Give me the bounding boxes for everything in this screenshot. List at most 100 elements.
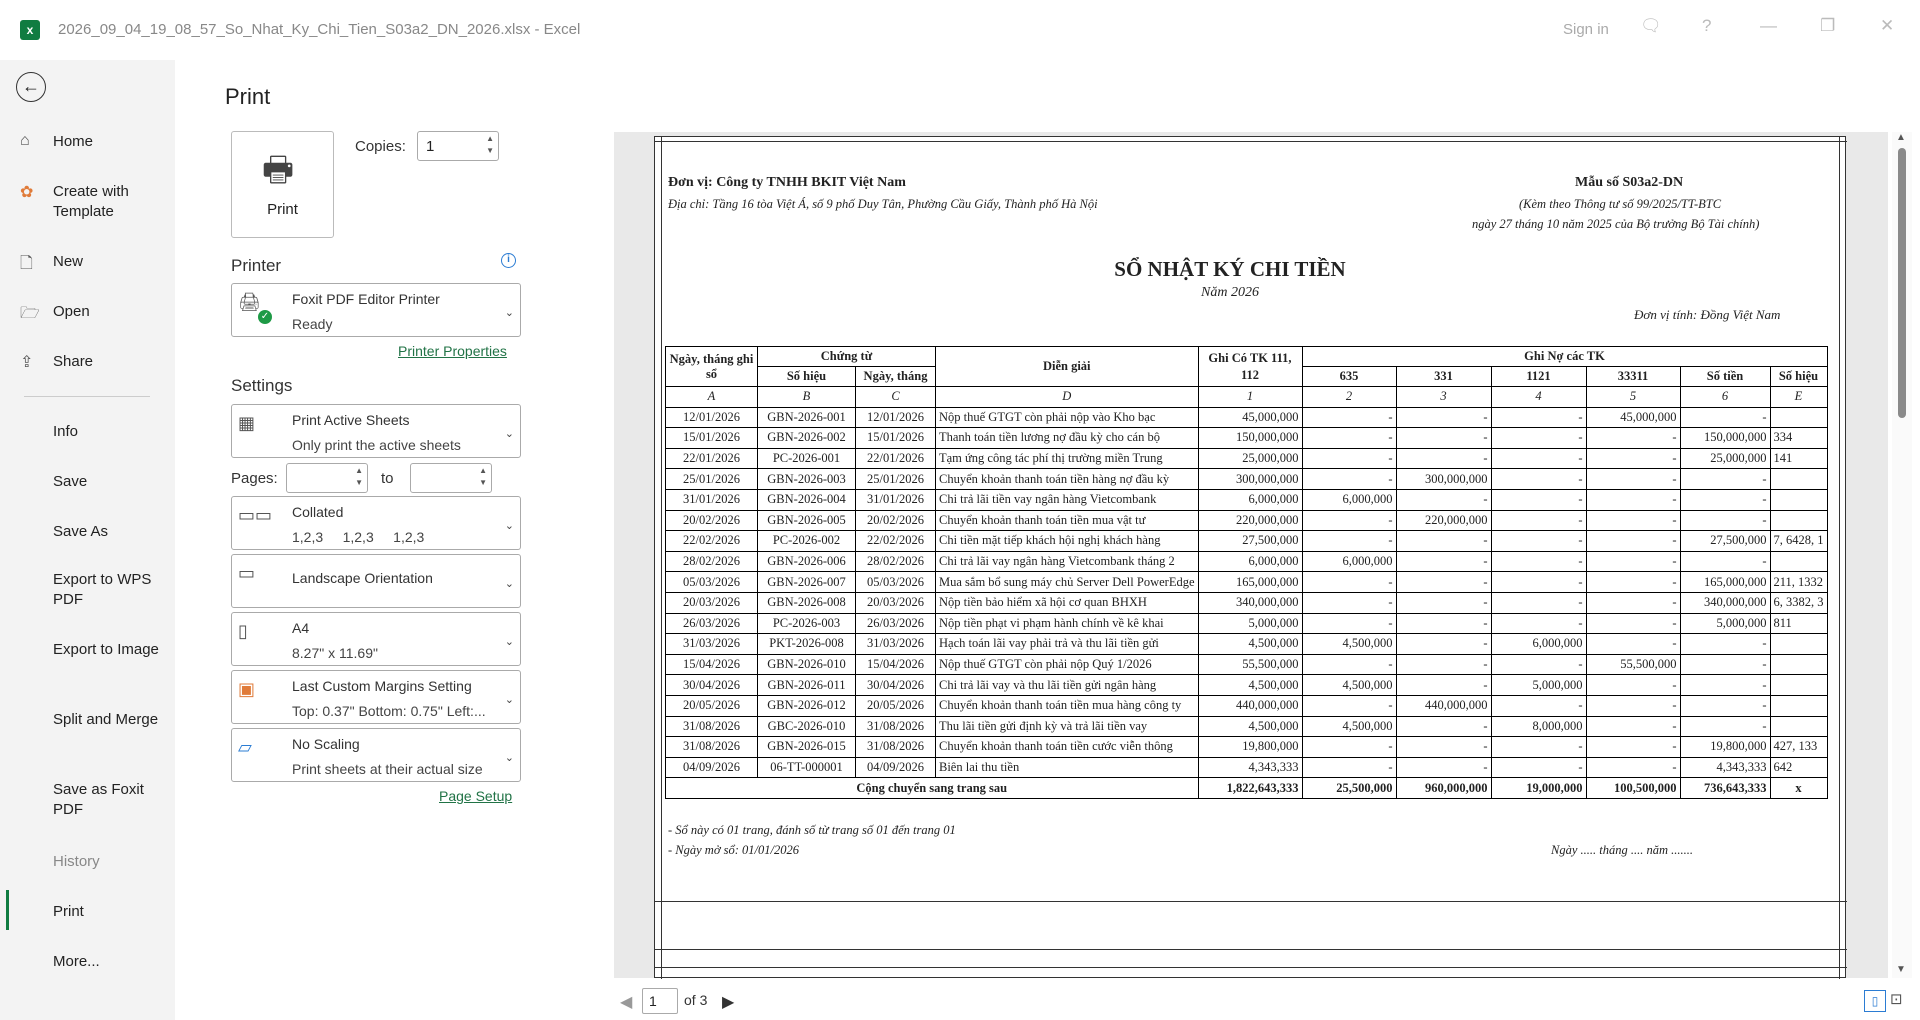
- table-cell: 6,000,000: [1490, 633, 1587, 655]
- nav-history[interactable]: History: [0, 852, 175, 876]
- nav-share[interactable]: ⇪ Share: [0, 352, 175, 376]
- nav-info[interactable]: Info: [0, 422, 175, 446]
- table-cell: 811: [1769, 612, 1828, 635]
- table-cell: Nộp tiền bảo hiểm xã hội cơ quan BHXH: [935, 591, 1199, 614]
- nav-new[interactable]: 🗋 New: [0, 252, 175, 276]
- margins-select[interactable]: ▣ Last Custom Margins Setting Top: 0.37"…: [231, 670, 521, 724]
- template-icon: ✿: [20, 184, 34, 201]
- table-cell: 150,000,000: [1679, 427, 1771, 449]
- feedback-icon[interactable]: 🗨: [1640, 16, 1662, 36]
- nav-print[interactable]: Print: [0, 902, 175, 926]
- pages-from-input[interactable]: ▲ ▼: [286, 463, 368, 493]
- nav-open[interactable]: 🗁 Open: [0, 302, 175, 326]
- table-cell: 30/04/2026: [665, 674, 758, 696]
- help-button[interactable]: ?: [1702, 16, 1711, 36]
- scroll-down-icon[interactable]: ▼: [1896, 964, 1906, 975]
- table-cell: 55,500,000: [1585, 653, 1681, 676]
- page-setup-link[interactable]: Page Setup: [439, 788, 512, 804]
- nav-create-with-template[interactable]: ✿ Create with Template: [0, 182, 175, 226]
- paper-icon: ▯: [238, 621, 248, 641]
- preview-scrollbar[interactable]: ▲ ▼: [1892, 132, 1912, 978]
- prev-page-icon[interactable]: ◀: [620, 992, 632, 1012]
- nav-home[interactable]: ⌂ Home: [0, 132, 175, 156]
- table-cell: Chi trả lãi vay ngân hàng Vietcombank th…: [935, 550, 1199, 573]
- table-cell: PKT-2026-008: [757, 633, 856, 655]
- nav-split-merge[interactable]: Split and Merge: [0, 710, 175, 754]
- next-page-icon[interactable]: ▶: [722, 992, 734, 1012]
- scroll-up-icon[interactable]: ▲: [1896, 132, 1906, 143]
- chevron-down-icon: ⌄: [504, 752, 514, 764]
- table-cell: GBN-2026-001: [757, 406, 856, 429]
- sign-in-button[interactable]: Sign in: [1563, 21, 1609, 38]
- back-arrow-icon[interactable]: ←: [16, 72, 46, 102]
- paper-size-select[interactable]: ▯ A4 8.27" x 11.69" ⌄: [231, 612, 521, 666]
- scaling-select[interactable]: ▱ No Scaling Print sheets at their actua…: [231, 728, 521, 782]
- table-cell: 4,343,333: [1679, 756, 1771, 779]
- table-cell: 220,000,000: [1197, 509, 1303, 532]
- table-row: 12/01/2026 GBN-2026-001 12/01/2026 Nộp thuế…: [665, 406, 1828, 429]
- title-bar: x 2026_09_04_19_08_57_So_Nhat_Ky_Chi_Tie…: [0, 0, 1920, 60]
- table-cell: -: [1585, 736, 1681, 758]
- table-cell: 20/02/2026: [855, 509, 936, 532]
- table-cell: 25,000,000: [1197, 447, 1303, 470]
- table-cell: -: [1490, 488, 1587, 511]
- table-cell: 340,000,000: [1197, 591, 1303, 614]
- table-cell: -: [1679, 633, 1771, 655]
- spin-arrows-icon[interactable]: ▲ ▼: [355, 465, 363, 489]
- orientation-select[interactable]: ▭ Landscape Orientation ⌄: [231, 554, 521, 608]
- table-cell: Nộp thuế GTGT còn phải nộp vào Kho bạc: [935, 406, 1199, 429]
- page-number-input[interactable]: 1: [642, 988, 678, 1014]
- collation-select[interactable]: ▭▭ Collated 1,2,3 1,2,3 1,2,3 ⌄: [231, 496, 521, 550]
- print-what-select[interactable]: ▦ Print Active Sheets Only print the act…: [231, 404, 521, 458]
- info-icon[interactable]: i: [501, 253, 516, 268]
- table-cell: -: [1301, 427, 1397, 449]
- table-cell: 28/02/2026: [665, 550, 758, 573]
- nav-export-wps-pdf[interactable]: Export to WPS PDF: [0, 570, 175, 614]
- scroll-thumb[interactable]: [1898, 148, 1906, 418]
- zoom-to-page-icon[interactable]: ⊡: [1890, 990, 1903, 1008]
- table-cell: -: [1585, 530, 1681, 552]
- table-cell: GBN-2026-010: [757, 653, 856, 676]
- page-title: Print: [225, 84, 271, 109]
- nav-save-foxit-pdf[interactable]: Save as Foxit PDF: [0, 780, 175, 824]
- printer-properties-link[interactable]: Printer Properties: [398, 343, 507, 359]
- table-row: 31/08/2026 GBN-2026-015 31/08/2026 Chuyển k…: [665, 736, 1828, 758]
- nav-save[interactable]: Save: [0, 472, 175, 496]
- excel-app-icon: x: [20, 20, 40, 40]
- window-title: 2026_09_04_19_08_57_So_Nhat_Ky_Chi_Tien_…: [58, 21, 581, 38]
- spin-arrows-icon[interactable]: ▲ ▼: [479, 465, 487, 489]
- table-cell: -: [1585, 715, 1681, 738]
- printer-select[interactable]: 🖨 ✓ Foxit PDF Editor Printer Ready ⌄: [231, 283, 521, 337]
- spin-arrows-icon[interactable]: ▲ ▼: [486, 133, 494, 157]
- nav-save-as[interactable]: Save As: [0, 522, 175, 546]
- table-row: 31/01/2026 GBN-2026-004 31/01/2026 Chi trả …: [665, 488, 1828, 511]
- table-row: 22/02/2026 PC-2026-002 22/02/2026 Chi tiền …: [665, 530, 1828, 552]
- backstage-nav: ← ⌂ Home ✿ Create with Template 🗋 New 🗁 Open…: [0, 60, 175, 1020]
- restore-icon[interactable]: ❐: [1820, 16, 1835, 36]
- table-row: 31/08/2026 GBC-2026-010 31/08/2026 Thu lãi …: [665, 715, 1828, 738]
- pages-to-input[interactable]: ▲ ▼: [410, 463, 492, 493]
- copies-input[interactable]: 1 ▲ ▼: [417, 131, 499, 161]
- margin-guide: [1839, 137, 1840, 979]
- print-button[interactable]: 🖶 Print: [231, 131, 334, 238]
- nav-more[interactable]: More...: [0, 952, 175, 976]
- table-cell: 20/02/2026: [665, 509, 758, 532]
- table-cell: GBN-2026-011: [757, 674, 856, 696]
- close-icon[interactable]: ✕: [1880, 16, 1894, 36]
- table-cell: -: [1585, 756, 1681, 779]
- table-cell: 15/04/2026: [855, 653, 936, 676]
- table-cell: 6, 3382, 3: [1769, 591, 1828, 614]
- show-margins-icon[interactable]: ▯: [1864, 990, 1886, 1012]
- table-cell: 31/01/2026: [665, 488, 758, 511]
- unit-name: Đơn vị: Công ty TNHH BKIT Việt Nam: [668, 175, 906, 190]
- margin-guide: [655, 949, 1847, 950]
- table-cell: -: [1585, 488, 1681, 511]
- table-cell: -: [1490, 406, 1587, 429]
- table-cell: 4,500,000: [1301, 674, 1397, 696]
- minimize-icon[interactable]: —: [1760, 16, 1777, 36]
- nav-export-image[interactable]: Export to Image: [0, 640, 175, 684]
- printer-icon: 🖶: [262, 151, 295, 189]
- table-cell: -: [1301, 756, 1397, 779]
- table-cell: GBN-2026-003: [757, 468, 856, 490]
- margins-icon: ▣: [238, 679, 256, 699]
